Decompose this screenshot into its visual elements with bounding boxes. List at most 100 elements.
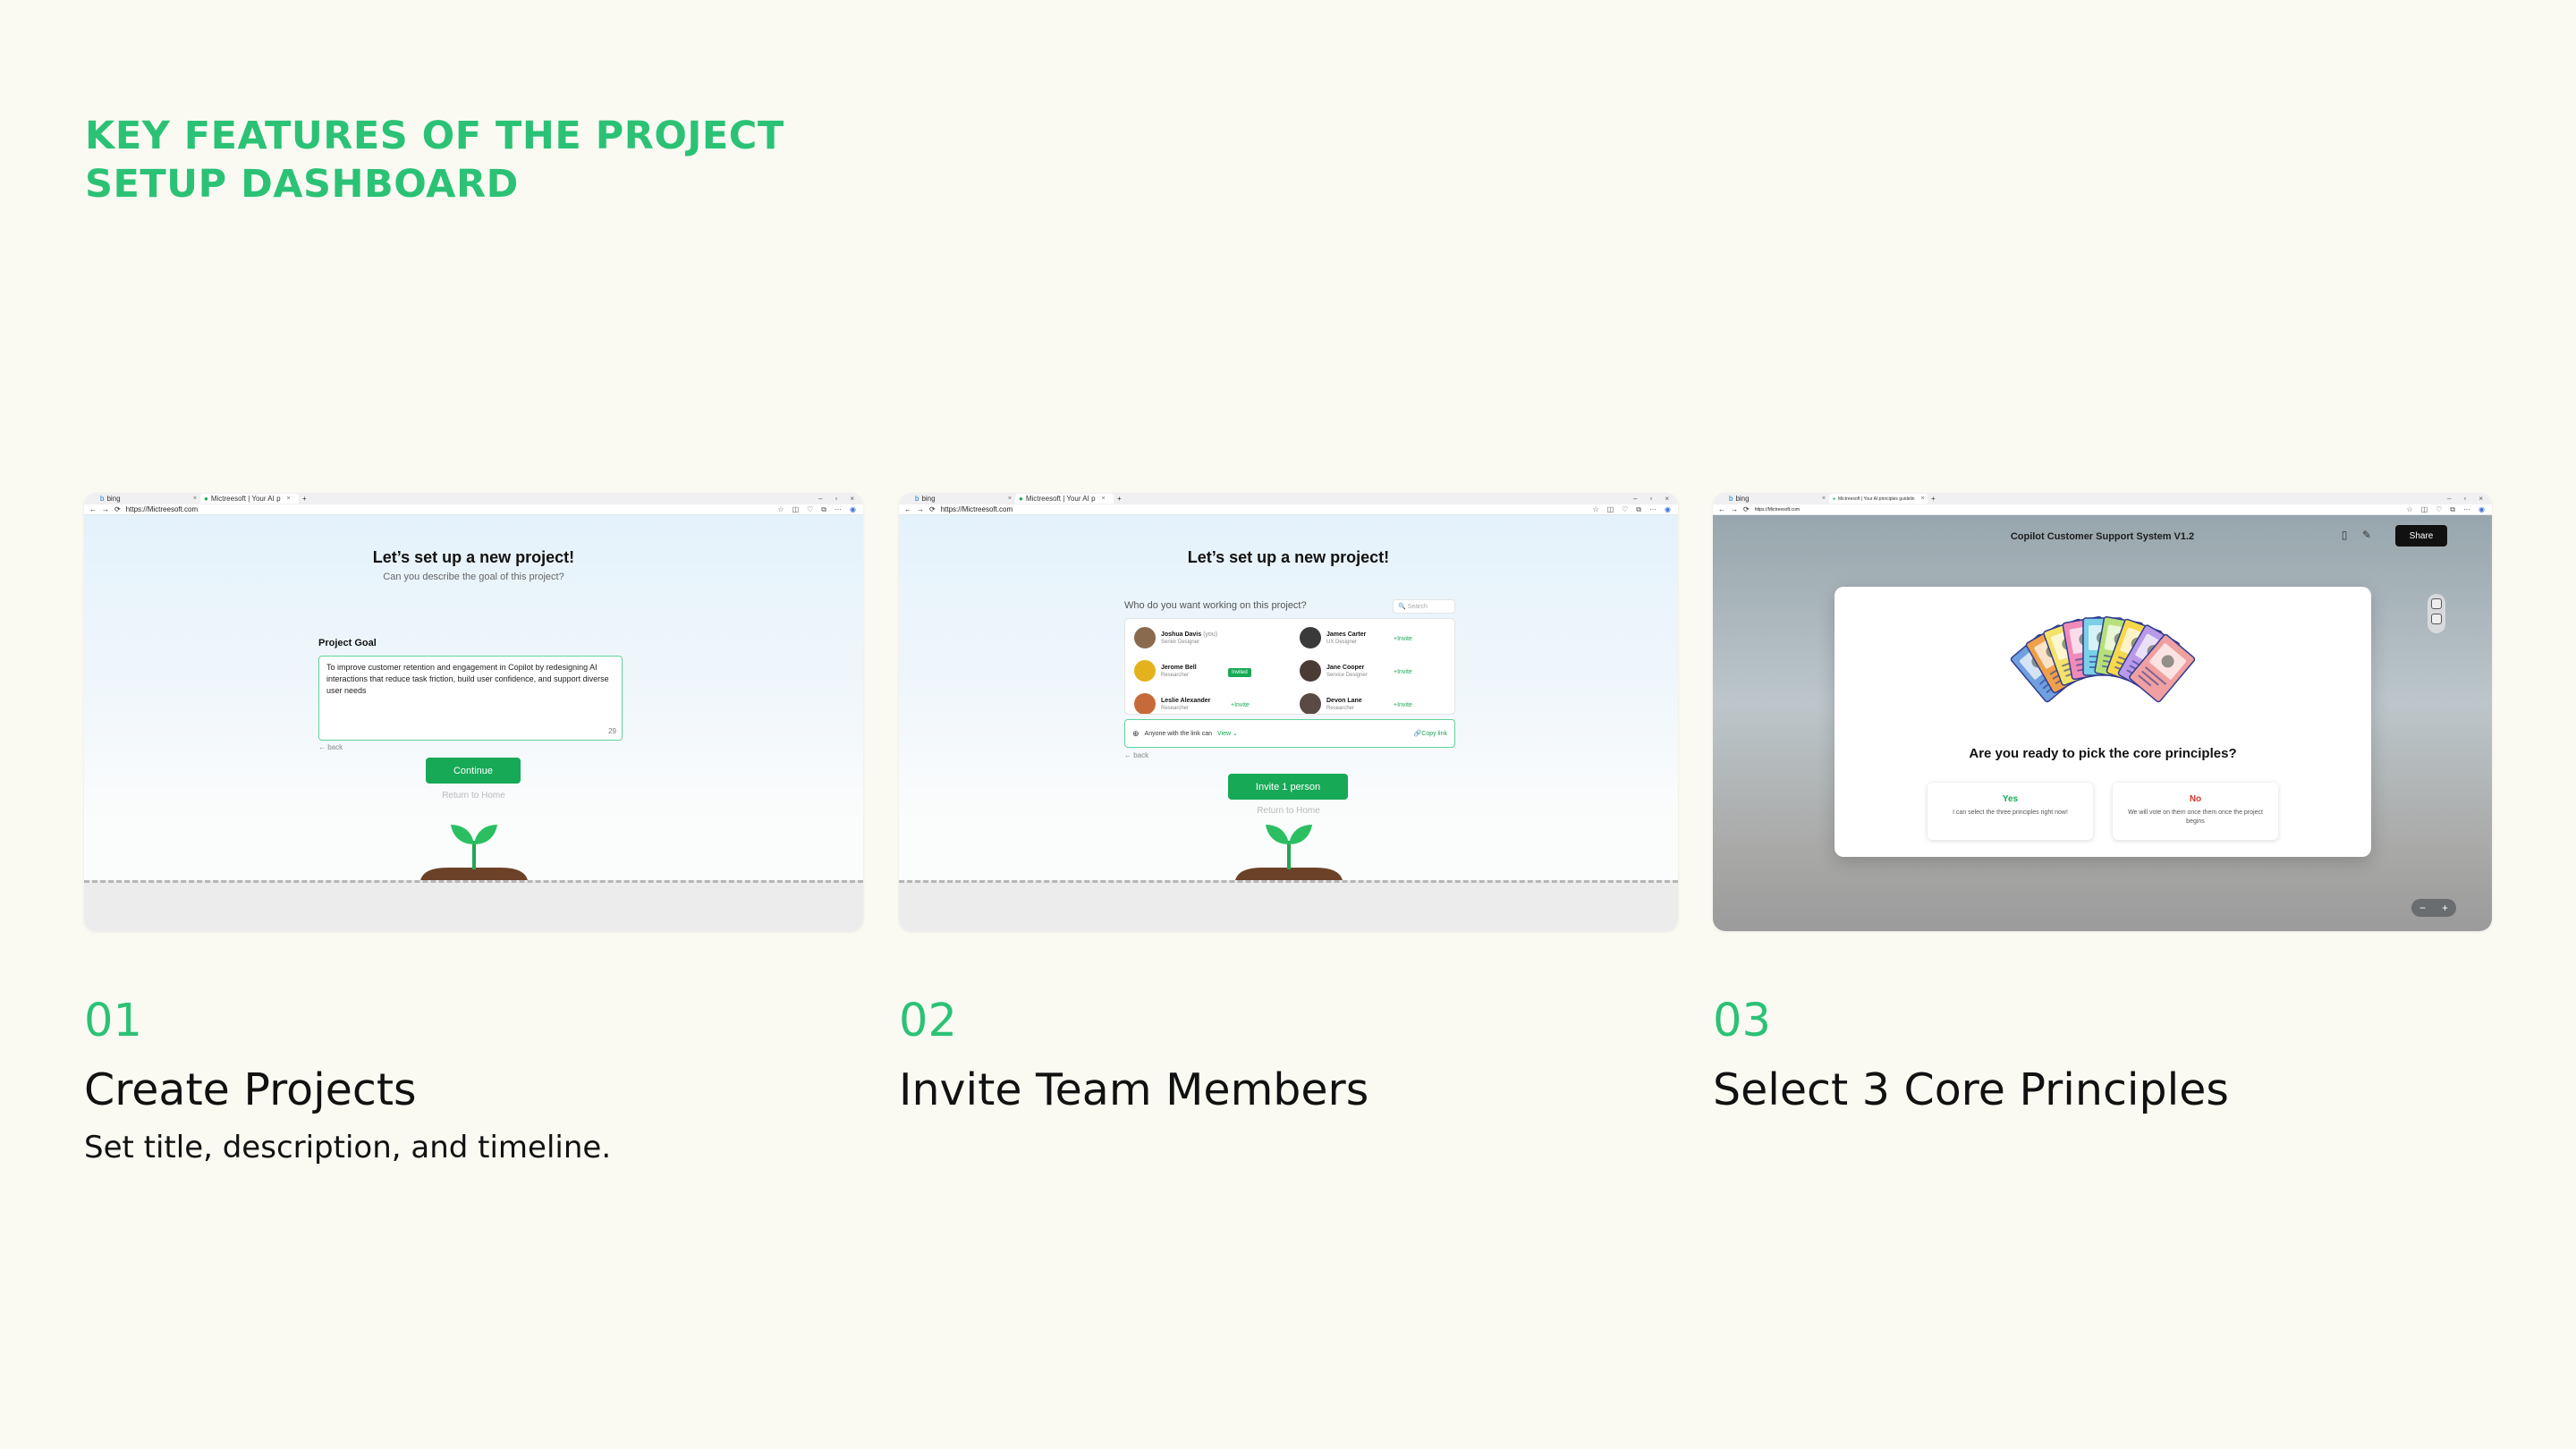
member-role: Researcher [1161, 672, 1190, 678]
tab-bing[interactable]: b bing × [1713, 494, 1829, 504]
yes-label: Yes [2002, 794, 2019, 804]
new-tab-button[interactable]: + [1931, 495, 1936, 503]
invite-button[interactable]: +Invite [1394, 702, 1412, 708]
split-icon[interactable]: ◫ [2421, 505, 2428, 514]
reload-icon[interactable]: ⟳ [929, 505, 936, 513]
no-option-button[interactable]: No We will vote on them once them once t… [2113, 783, 2278, 840]
favorites-icon[interactable]: ♡ [2436, 505, 2442, 514]
star-icon[interactable]: ☆ [777, 505, 784, 514]
address-bar: ← → ⟳ https://Mictreesoft.com ☆ ◫ ♡ ⧉ ⋯ ◉ [1713, 504, 2492, 515]
feature-description: Set title, description, and timeline. [84, 1130, 612, 1165]
avatar [1300, 660, 1321, 682]
app-viewport: Let’s set up a new project! Who do you w… [899, 515, 1678, 931]
invited-badge[interactable]: Invited [1228, 668, 1251, 677]
close-tab-icon[interactable]: × [287, 496, 291, 502]
invite-people-button[interactable]: Invite 1 person [1228, 774, 1348, 800]
favorites-icon[interactable]: ♡ [1622, 505, 1628, 514]
minimize-icon[interactable]: – [2447, 495, 2451, 503]
edit-icon[interactable]: ✎ [2360, 529, 2373, 541]
close-window-icon[interactable]: × [1665, 495, 1669, 503]
copilot-icon[interactable]: ◉ [1665, 505, 1671, 514]
more-icon[interactable]: ⋯ [1649, 505, 1657, 514]
return-home-link[interactable]: Return to Home [84, 791, 863, 801]
minimize-icon[interactable]: – [818, 495, 822, 503]
permission-select[interactable]: View ⌄ [1217, 730, 1238, 737]
toolbar-icons: ☆ ◫ ♡ ⧉ ⋯ ◉ [2406, 505, 2492, 514]
url-text[interactable]: https://Mictreesoft.com [941, 505, 1013, 513]
share-button[interactable]: Share [2395, 525, 2447, 547]
url-text[interactable]: https://Mictreesoft.com [1755, 507, 1800, 513]
star-icon[interactable]: ☆ [1592, 505, 1598, 514]
more-icon[interactable]: ⋯ [835, 505, 842, 514]
url-text[interactable]: https://Mictreesoft.com [126, 505, 198, 513]
forward-icon[interactable]: → [102, 505, 109, 513]
close-window-icon[interactable]: × [850, 495, 854, 503]
return-home-link[interactable]: Return to Home [899, 806, 1678, 816]
page-title: Let’s set up a new project! [372, 548, 575, 566]
note-icon[interactable] [2431, 598, 2442, 609]
member-role: Senior Designer [1161, 639, 1200, 645]
invite-button[interactable]: +Invite [1394, 636, 1412, 642]
bing-icon: b [915, 495, 919, 503]
close-window-icon[interactable]: × [2479, 495, 2483, 503]
yes-option-button[interactable]: Yes I can select the three principles ri… [1928, 783, 2093, 840]
minimize-icon[interactable]: – [1633, 495, 1637, 503]
screenshot-core-principles: b bing × ● Mictreesoft | Your AI principles… [1713, 493, 2492, 931]
invite-button[interactable]: +Invite [1231, 702, 1250, 708]
project-goal-textarea[interactable]: To improve customer retention and engage… [318, 656, 623, 741]
favorites-icon[interactable]: ♡ [807, 505, 813, 514]
sprout-illustration [1234, 825, 1343, 880]
zoom-control: − + [2411, 899, 2456, 917]
back-link[interactable]: ← back [1124, 751, 1148, 759]
maximize-icon[interactable]: ▫ [2463, 495, 2466, 503]
close-tab-icon[interactable]: × [1008, 496, 1012, 502]
zoom-in-button[interactable]: + [2442, 902, 2448, 914]
copilot-icon[interactable]: ◉ [2479, 505, 2485, 514]
back-icon[interactable]: ← [89, 505, 97, 513]
collections-icon[interactable]: ⧉ [1636, 505, 1641, 514]
back-link[interactable]: ← back [318, 743, 343, 751]
reload-icon[interactable]: ⟳ [114, 505, 121, 513]
more-icon[interactable]: ⋯ [2463, 505, 2470, 514]
link-icon: 🔗 [1413, 731, 1422, 737]
tab-mictreesoft[interactable]: ● Mictreesoft | Your AI p × [1015, 494, 1114, 504]
collections-icon[interactable]: ⧉ [821, 505, 826, 514]
close-tab-icon[interactable]: × [193, 496, 197, 502]
reload-icon[interactable]: ⟳ [1743, 505, 1750, 513]
member-role: Researcher [1326, 705, 1355, 711]
chevron-down-icon: ⌄ [1233, 731, 1238, 737]
screenshot-create-project: b bing × ● Mictreesoft | Your AI p × + – ▫ × ←… [84, 493, 863, 931]
tab-mictreesoft[interactable]: ● Mictreesoft | Your AI p × [200, 494, 299, 504]
back-icon[interactable]: ← [1718, 505, 1725, 513]
new-tab-button[interactable]: + [302, 495, 307, 503]
window-controls: – ▫ × [1633, 495, 1678, 503]
tab-mictreesoft[interactable]: ● Mictreesoft | Your AI principles guidel… [1829, 494, 1928, 504]
comment-icon[interactable] [2431, 614, 2442, 624]
feature-number: 02 [899, 995, 957, 1047]
tab-bing[interactable]: b bing × [84, 494, 200, 504]
maximize-icon[interactable]: ▫ [1649, 495, 1652, 503]
back-icon[interactable]: ← [904, 505, 911, 513]
split-icon[interactable]: ◫ [1607, 505, 1614, 514]
copy-link-button[interactable]: 🔗Copy link [1413, 730, 1447, 737]
tab-bing[interactable]: b bing × [899, 494, 1015, 504]
avatar [1134, 693, 1156, 714]
close-tab-icon[interactable]: × [1102, 496, 1106, 502]
star-icon[interactable]: ☆ [2406, 505, 2412, 514]
copilot-icon[interactable]: ◉ [850, 505, 856, 514]
split-icon[interactable]: ◫ [792, 505, 800, 514]
new-tab-button[interactable]: + [1117, 495, 1122, 503]
invite-button[interactable]: +Invite [1394, 669, 1412, 675]
close-tab-icon[interactable]: × [1921, 496, 1925, 502]
forward-icon[interactable]: → [917, 505, 924, 513]
document-icon[interactable]: ▯ [2338, 529, 2351, 541]
maximize-icon[interactable]: ▫ [835, 495, 837, 503]
continue-button[interactable]: Continue [426, 758, 521, 784]
forward-icon[interactable]: → [1731, 505, 1738, 513]
close-tab-icon[interactable]: × [1822, 496, 1826, 502]
member-name: Jerome Bell [1161, 664, 1197, 671]
collections-icon[interactable]: ⧉ [2450, 505, 2455, 514]
search-input[interactable]: 🔍 Search [1393, 599, 1455, 614]
zoom-out-button[interactable]: − [2419, 902, 2426, 914]
feature-title: Select 3 Core Principles [1713, 1064, 2229, 1115]
